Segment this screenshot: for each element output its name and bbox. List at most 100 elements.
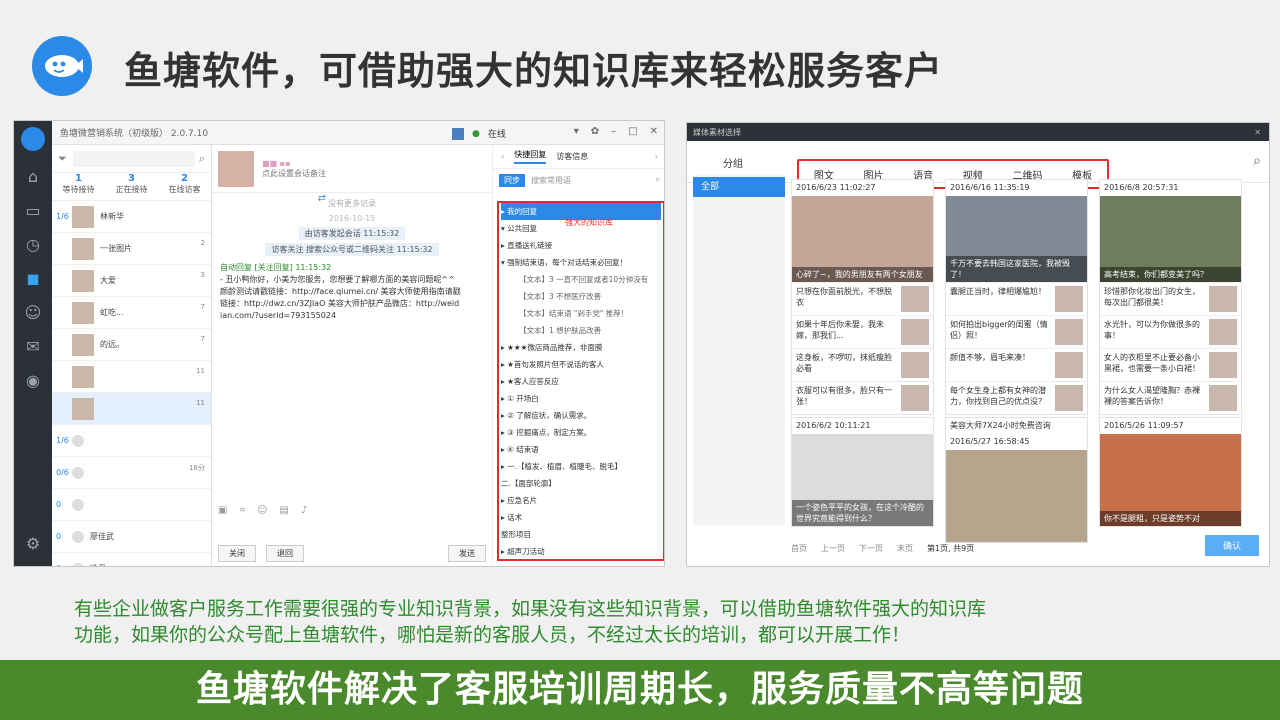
knowledge-item[interactable]: ▸ 超声刀活动 [501, 543, 661, 560]
home-icon[interactable]: ⌂ [14, 159, 52, 193]
knowledge-item[interactable]: ▸ ① 开场白 [501, 390, 661, 407]
microphone-icon[interactable]: ♪ [301, 505, 307, 516]
contact-row[interactable]: 0 徐丹 [52, 553, 211, 566]
card-article-row[interactable]: 珍惜那你化妆出门的女生，每次出门都很美！ [1100, 282, 1241, 315]
contact-row[interactable]: 0 [52, 489, 211, 521]
media-card[interactable]: 2016/6/8 20:57:31 高考结束，你们都变美了吗？ 珍惜那你化妆出门的女… [1099, 179, 1242, 415]
card-article-row[interactable]: 衣服可以有很多，脸只有一张！ [792, 381, 933, 414]
contact-row[interactable]: 虹吃... 7 [52, 297, 211, 329]
session-note-link[interactable]: 点此设置会话备注 [262, 168, 326, 179]
close-chat-button[interactable]: 关闭 [218, 545, 256, 562]
knowledge-item[interactable]: ▸ ② 了解症状，确认需求。 [501, 407, 661, 424]
knowledge-item[interactable]: 【文本】1 想护肤品改善 [501, 322, 661, 339]
knowledge-item[interactable]: 整形项目 [501, 526, 661, 543]
card-article-row[interactable]: 只想在你面前脱光，不想脱衣 [792, 282, 933, 315]
user-avatar[interactable] [21, 127, 45, 151]
tab-quick-reply[interactable]: 快捷回复 [514, 149, 547, 164]
contact-badge: 3 [200, 271, 205, 279]
knowledge-item[interactable]: ▸ ④ 结束语 [501, 441, 661, 458]
group-all[interactable]: 全部 [693, 177, 785, 197]
confirm-button[interactable]: 确认 [1204, 535, 1259, 556]
contact-row[interactable]: 11 [52, 361, 211, 393]
send-button[interactable]: 发送 [448, 545, 486, 562]
material-icon[interactable]: ▤ [280, 505, 289, 516]
close-icon[interactable]: ✕ [1254, 128, 1261, 137]
card-article-row[interactable]: 这身板，不啰叨，抹纸瘦脸必看 [792, 348, 933, 381]
card-article-row[interactable]: 为什么女人渴望隆胸？赤裸裸的答案告诉你！ [1100, 381, 1241, 414]
media-card[interactable]: 2016/6/16 11:35:19 千万不要去韩国这家医院，我被毁了！ 囊腿正当时… [945, 179, 1088, 415]
knowledge-item[interactable]: ▸ ★首句发照片但不说话的客人 [501, 356, 661, 373]
pager-link[interactable]: 首页 [791, 543, 807, 554]
eye-icon[interactable]: ◉ [14, 363, 52, 397]
knowledge-item[interactable]: 【文本】3 一直不回复或者10分钟没有 [501, 271, 661, 288]
next-icon[interactable]: › [655, 152, 658, 161]
minimize-icon[interactable]: – [611, 126, 616, 137]
footer-banner: 鱼塘软件解决了客服培训周期长，服务质量不高等问题 [0, 660, 1280, 720]
knowledge-item[interactable]: ▸ 直播送礼链接 [501, 237, 661, 254]
user-status[interactable]: ● 在线 [452, 127, 506, 140]
card-article-row[interactable]: 如何拍出bigger的闺蜜（情侣）照！ [946, 315, 1087, 348]
contact-row[interactable]: 一张图片 2 [52, 233, 211, 265]
card-cover-caption: 一个姿色平平的女孩，在这个冷酷的世界究竟能得到什么？ [792, 500, 933, 526]
maximize-icon[interactable]: □ [628, 126, 637, 137]
collapse-icon[interactable]: ‹ [501, 152, 504, 161]
message-icon[interactable]: ▭ [14, 193, 52, 227]
contact-row[interactable]: 1/6 [52, 425, 211, 457]
pager-link[interactable]: 上一页 [821, 543, 845, 554]
clock-icon[interactable]: ◷ [14, 227, 52, 261]
mail-icon[interactable]: ✉ [14, 329, 52, 363]
emoji-icon[interactable]: ☺ [257, 505, 267, 516]
more-history[interactable]: 没有更多记录 [212, 198, 492, 209]
knowledge-item[interactable]: ▸ 话术 [501, 509, 661, 526]
contact-row[interactable]: 的远。 7 [52, 329, 211, 361]
knowledge-item[interactable]: 【文本】结束语 "剁手党" 推荐！ [501, 305, 661, 322]
contacts-icon[interactable]: ☺ [14, 295, 52, 329]
contact-row[interactable]: 0/6 18分 [52, 457, 211, 489]
phrase-search-input[interactable]: 搜索常用语 [531, 175, 650, 186]
pager-link[interactable]: 下一页 [859, 543, 883, 554]
knowledge-item[interactable]: ▸ ★客人应答反应 [501, 373, 661, 390]
tab-visitor-info[interactable]: 访客信息 [556, 151, 588, 162]
knowledge-item[interactable]: ▸ ③ 挖掘痛点，制定方案。 [501, 424, 661, 441]
settings-icon[interactable]: ⚙ [14, 526, 52, 560]
card-article-row[interactable]: 水光针，可以为你做很多的事！ [1100, 315, 1241, 348]
knowledge-item[interactable]: 【文本】3 不想医疗改善 [501, 288, 661, 305]
contact-row[interactable]: 11 [52, 393, 211, 425]
media-card[interactable]: 2016/5/26 11:09:57 你不是腿粗，只是姿势不对 [1099, 417, 1242, 527]
media-card[interactable]: 美容大师7X24小时免费咨询 2016/5/27 16:58:45 [945, 417, 1088, 543]
search-icon[interactable]: ⌕ [199, 152, 205, 166]
expand-icon[interactable]: ⇄ [318, 193, 326, 204]
knowledge-item[interactable]: ▸ ★★★微店商品推荐，非面膜 [501, 339, 661, 356]
card-article-row[interactable]: 囊腿正当时，律相爆尴尬！ [946, 282, 1087, 315]
skin-icon[interactable]: ✿ [591, 126, 599, 137]
search-icon[interactable]: ⌕ [1253, 153, 1261, 169]
contact-badge: 11 [196, 367, 205, 375]
chat-toolbar: ▣ ⌗ ☺ ▤ ♪ [218, 505, 307, 516]
knowledge-item[interactable]: 二.【面部轮廓】 [501, 475, 661, 492]
return-button[interactable]: 退回 [266, 545, 304, 562]
chat-icon[interactable]: ◼ [14, 261, 52, 295]
contact-row[interactable]: 大爱 3 [52, 265, 211, 297]
media-card[interactable]: 2016/6/23 11:02:27 心碎了~，我的男朋友有两个女朋友 只想在你面前… [791, 179, 934, 415]
article-thumbnail [1209, 352, 1237, 378]
search-icon[interactable]: ⌕ [656, 175, 660, 185]
knowledge-item[interactable]: ▾ 强制结束语，每个对话结束必回复！ [501, 254, 661, 271]
card-cover-caption: 你不是腿粗，只是姿势不对 [1100, 511, 1241, 526]
pager-link[interactable]: 末页 [897, 543, 913, 554]
knowledge-item[interactable]: ▸ 应急名片 [501, 492, 661, 509]
search-input[interactable] [72, 150, 195, 167]
contact-row[interactable]: 1/6 林新华 [52, 201, 211, 233]
image-icon[interactable]: ▣ [218, 505, 227, 516]
card-article-row[interactable]: 每个女生身上都有女神的潜力，你找到自己的优点没？ [946, 381, 1087, 414]
filter-icon[interactable]: ⏷ [58, 152, 67, 166]
card-article-row[interactable]: 女人的衣柜里不止要必备小黑裙，也需要一条小白裙！ [1100, 348, 1241, 381]
card-article-row[interactable]: 颜值不够，眉毛来凑！ [946, 348, 1087, 381]
knowledge-item[interactable]: ▸ 一.【植发、植眉、植睫毛、脱毛】 [501, 458, 661, 475]
card-article-row[interactable]: 如果十年后你未娶，我未嫁，那我们... [792, 315, 933, 348]
media-card[interactable]: 2016/6/2 10:11:21 一个姿色平平的女孩，在这个冷酷的世界究竟能得到… [791, 417, 934, 527]
sync-button[interactable]: 同步 [499, 173, 525, 187]
crop-icon[interactable]: ⌗ [239, 505, 245, 516]
contact-row[interactable]: 0 廖佳武 [52, 521, 211, 553]
dropdown-icon[interactable]: ▾ [574, 126, 579, 137]
close-icon[interactable]: ✕ [650, 126, 658, 137]
